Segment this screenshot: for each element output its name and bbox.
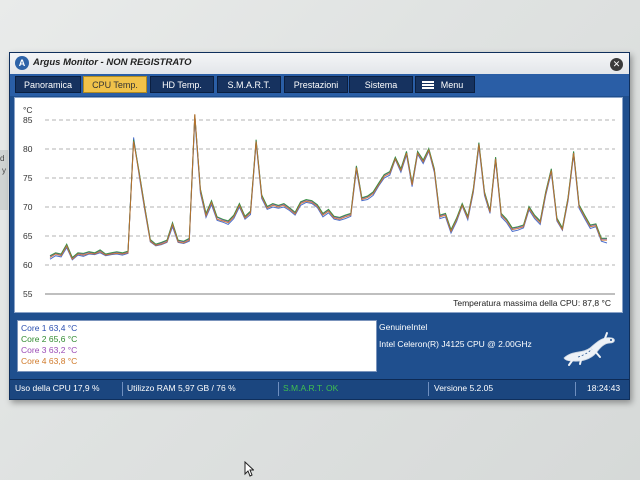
mouse-cursor-icon: [244, 461, 254, 477]
cpu-vendor: GenuineIntel: [379, 322, 428, 332]
status-separator: [278, 382, 279, 396]
version-status: Versione 5.2.05: [434, 383, 494, 393]
info-area: Core 1 63,4 °C Core 2 65,6 °C Core 3 63,…: [14, 318, 623, 374]
y-tick-label: 65: [23, 231, 33, 241]
lizard-logo-icon: [563, 332, 615, 366]
y-tick-label: 75: [23, 173, 33, 183]
tab-cpu-temp[interactable]: CPU Temp.: [83, 76, 147, 93]
smart-status: S.M.A.R.T. OK: [283, 383, 339, 393]
argus-monitor-window: A Argus Monitor - NON REGISTRATO ✕ Panor…: [9, 52, 630, 400]
status-bar: Uso della CPU 17,9 % Utilizzo RAM 5,97 G…: [10, 379, 629, 399]
cpu-temperature-chart-panel: °C 55 60 65 70 75 80 85 Temperatura massima dell…: [14, 97, 623, 313]
cpu-usage-status: Uso della CPU 17,9 %: [15, 383, 100, 393]
core-1-temperature: Core 1 63,4 °C: [21, 323, 78, 333]
y-tick-label: 85: [23, 115, 33, 125]
y-tick-label: 55: [23, 289, 33, 299]
close-button[interactable]: ✕: [610, 58, 623, 71]
window-title: Argus Monitor - NON REGISTRATO: [33, 57, 192, 68]
cpu-temperature-chart: °C 55 60 65 70 75 80 85 Temperatura massima dell…: [23, 105, 615, 308]
argus-app-icon: A: [15, 56, 29, 70]
hamburger-menu-icon: [422, 81, 434, 89]
title-bar[interactable]: A Argus Monitor - NON REGISTRATO ✕: [10, 53, 629, 74]
core-2-temperature: Core 2 65,6 °C: [21, 334, 78, 344]
y-tick-label: 80: [23, 144, 33, 154]
status-separator: [428, 382, 429, 396]
y-tick-label: 70: [23, 202, 33, 212]
desktop-letter: d: [0, 154, 5, 163]
core-temperatures-box: Core 1 63,4 °C Core 2 65,6 °C Core 3 63,…: [17, 320, 377, 372]
ram-usage-status: Utilizzo RAM 5,97 GB / 76 %: [127, 383, 236, 393]
temperature-series-4: [49, 114, 607, 261]
tab-sistema[interactable]: Sistema: [349, 76, 413, 93]
temperature-series-1: [49, 115, 607, 259]
y-tick-label: 60: [23, 260, 33, 270]
tab-prestazioni[interactable]: Prestazioni: [284, 76, 348, 93]
menu-label: Menu: [440, 80, 464, 90]
core-3-temperature: Core 3 63,2 °C: [21, 345, 78, 355]
status-separator: [575, 382, 576, 396]
status-separator: [122, 382, 123, 396]
tab-bar: Panoramica CPU Temp. HD Temp. S.M.A.R.T.…: [10, 74, 629, 96]
max-temperature-label: Temperatura massima della CPU: 87,8 °C: [453, 298, 611, 308]
desktop-letter: y: [2, 166, 6, 175]
tab-smart[interactable]: S.M.A.R.T.: [217, 76, 281, 93]
tab-panoramica[interactable]: Panoramica: [15, 76, 81, 93]
clock-status: 18:24:43: [587, 383, 621, 393]
tab-menu[interactable]: Menu: [415, 76, 475, 93]
y-axis-unit-label: °C: [23, 105, 33, 115]
tab-hd-temp[interactable]: HD Temp.: [150, 76, 214, 93]
core-4-temperature: Core 4 63,8 °C: [21, 356, 78, 366]
cpu-name: Intel Celeron(R) J4125 CPU @ 2.00GHz: [379, 339, 532, 349]
